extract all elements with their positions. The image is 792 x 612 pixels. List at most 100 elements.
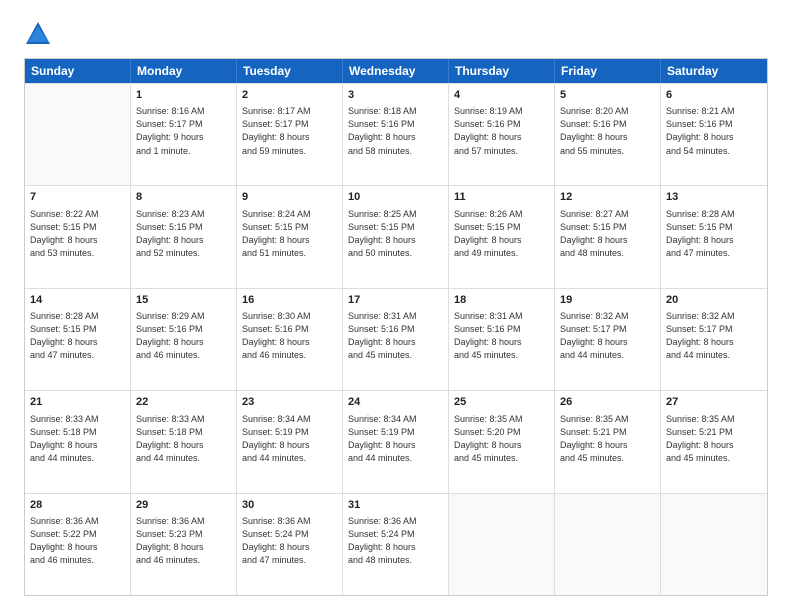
calendar-cell: 21Sunrise: 8:33 AMSunset: 5:18 PMDayligh… <box>25 391 131 492</box>
cell-info: Sunrise: 8:22 AMSunset: 5:15 PMDaylight:… <box>30 208 125 260</box>
cell-info: Sunrise: 8:34 AMSunset: 5:19 PMDaylight:… <box>242 413 337 465</box>
calendar-cell: 4 Sunrise: 8:19 AMSunset: 5:16 PMDaylight… <box>449 84 555 185</box>
calendar-cell: 24 Sunrise: 8:34 AMSunset: 5:19 PMDayligh… <box>343 391 449 492</box>
calendar-header-cell: Thursday <box>449 59 555 83</box>
cell-info: Sunrise: 8:24 AMSunset: 5:15 PMDaylight:… <box>242 208 337 260</box>
cell-info: Sunrise: 8:17 AMSunset: 5:17 PMDaylight:… <box>242 105 337 157</box>
calendar-header-cell: Tuesday <box>237 59 343 83</box>
calendar-cell: 27 Sunrise: 8:35 AMSunset: 5:21 PMDayligh… <box>661 391 767 492</box>
day-number: 27 <box>666 395 762 410</box>
cell-info: Sunrise: 8:32 AMSunset: 5:17 PMDaylight:… <box>560 310 655 362</box>
day-number: 16 <box>242 293 337 308</box>
calendar-cell: 12 Sunrise: 8:27 AMSunset: 5:15 PMDayligh… <box>555 186 661 287</box>
cell-info: Sunrise: 8:18 AMSunset: 5:16 PMDaylight:… <box>348 105 443 157</box>
day-number: 6 <box>666 88 762 103</box>
day-number: 23 <box>242 395 337 410</box>
cell-info: Sunrise: 8:34 AMSunset: 5:19 PMDaylight:… <box>348 413 443 465</box>
calendar-cell: 10 Sunrise: 8:25 AMSunset: 5:15 PMDayligh… <box>343 186 449 287</box>
cell-info: Sunrise: 8:28 AMSunset: 5:15 PMDaylight:… <box>666 208 762 260</box>
calendar-cell: 23 Sunrise: 8:34 AMSunset: 5:19 PMDayligh… <box>237 391 343 492</box>
cell-info: Sunrise: 8:25 AMSunset: 5:15 PMDaylight:… <box>348 208 443 260</box>
day-number: 13 <box>666 190 762 205</box>
cell-info: Sunrise: 8:23 AMSunset: 5:15 PMDaylight:… <box>136 208 231 260</box>
calendar-week-row: 1Sunrise: 8:16 AMSunset: 5:17 PMDaylight… <box>25 83 767 185</box>
day-number: 3 <box>348 88 443 103</box>
calendar-cell: 16 Sunrise: 8:30 AMSunset: 5:16 PMDayligh… <box>237 289 343 390</box>
cell-info: Sunrise: 8:33 AMSunset: 5:18 PMDaylight:… <box>30 413 125 465</box>
calendar-cell <box>555 494 661 595</box>
calendar: SundayMondayTuesdayWednesdayThursdayFrid… <box>24 58 768 596</box>
day-number: 9 <box>242 190 337 205</box>
day-number: 4 <box>454 88 549 103</box>
calendar-header-cell: Saturday <box>661 59 767 83</box>
calendar-week-row: 28Sunrise: 8:36 AMSunset: 5:22 PMDayligh… <box>25 493 767 595</box>
calendar-cell: 28Sunrise: 8:36 AMSunset: 5:22 PMDayligh… <box>25 494 131 595</box>
calendar-week-row: 7 Sunrise: 8:22 AMSunset: 5:15 PMDaylight… <box>25 185 767 287</box>
calendar-cell: 7 Sunrise: 8:22 AMSunset: 5:15 PMDaylight… <box>25 186 131 287</box>
calendar-week-row: 21Sunrise: 8:33 AMSunset: 5:18 PMDayligh… <box>25 390 767 492</box>
calendar-week-row: 14Sunrise: 8:28 AMSunset: 5:15 PMDayligh… <box>25 288 767 390</box>
day-number: 19 <box>560 293 655 308</box>
day-number: 8 <box>136 190 231 205</box>
cell-info: Sunrise: 8:32 AMSunset: 5:17 PMDaylight:… <box>666 310 762 362</box>
day-number: 26 <box>560 395 655 410</box>
cell-info: Sunrise: 8:27 AMSunset: 5:15 PMDaylight:… <box>560 208 655 260</box>
calendar-cell <box>25 84 131 185</box>
cell-info: Sunrise: 8:29 AMSunset: 5:16 PMDaylight:… <box>136 310 231 362</box>
calendar-cell: 31Sunrise: 8:36 AMSunset: 5:24 PMDayligh… <box>343 494 449 595</box>
cell-info: Sunrise: 8:30 AMSunset: 5:16 PMDaylight:… <box>242 310 337 362</box>
logo-icon <box>24 20 52 48</box>
header <box>24 20 768 48</box>
day-number: 29 <box>136 498 231 513</box>
day-number: 30 <box>242 498 337 513</box>
cell-info: Sunrise: 8:21 AMSunset: 5:16 PMDaylight:… <box>666 105 762 157</box>
cell-info: Sunrise: 8:31 AMSunset: 5:16 PMDaylight:… <box>454 310 549 362</box>
calendar-cell: 20Sunrise: 8:32 AMSunset: 5:17 PMDayligh… <box>661 289 767 390</box>
day-number: 5 <box>560 88 655 103</box>
cell-info: Sunrise: 8:20 AMSunset: 5:16 PMDaylight:… <box>560 105 655 157</box>
cell-info: Sunrise: 8:35 AMSunset: 5:21 PMDaylight:… <box>666 413 762 465</box>
calendar-cell <box>449 494 555 595</box>
calendar-cell: 25 Sunrise: 8:35 AMSunset: 5:20 PMDayligh… <box>449 391 555 492</box>
calendar-cell: 9 Sunrise: 8:24 AMSunset: 5:15 PMDaylight… <box>237 186 343 287</box>
cell-info: Sunrise: 8:36 AMSunset: 5:24 PMDaylight:… <box>348 515 443 567</box>
calendar-cell <box>661 494 767 595</box>
day-number: 11 <box>454 190 549 205</box>
day-number: 10 <box>348 190 443 205</box>
day-number: 24 <box>348 395 443 410</box>
calendar-cell: 11 Sunrise: 8:26 AMSunset: 5:15 PMDayligh… <box>449 186 555 287</box>
cell-info: Sunrise: 8:36 AMSunset: 5:23 PMDaylight:… <box>136 515 231 567</box>
logo <box>24 20 56 48</box>
calendar-cell: 22Sunrise: 8:33 AMSunset: 5:18 PMDayligh… <box>131 391 237 492</box>
calendar-cell: 19 Sunrise: 8:32 AMSunset: 5:17 PMDayligh… <box>555 289 661 390</box>
day-number: 25 <box>454 395 549 410</box>
calendar-cell: 6 Sunrise: 8:21 AMSunset: 5:16 PMDaylight… <box>661 84 767 185</box>
calendar-cell: 1Sunrise: 8:16 AMSunset: 5:17 PMDaylight… <box>131 84 237 185</box>
calendar-cell: 30 Sunrise: 8:36 AMSunset: 5:24 PMDayligh… <box>237 494 343 595</box>
calendar-cell: 13 Sunrise: 8:28 AMSunset: 5:15 PMDayligh… <box>661 186 767 287</box>
calendar-cell: 29 Sunrise: 8:36 AMSunset: 5:23 PMDayligh… <box>131 494 237 595</box>
day-number: 14 <box>30 293 125 308</box>
day-number: 2 <box>242 88 337 103</box>
calendar-body: 1Sunrise: 8:16 AMSunset: 5:17 PMDaylight… <box>25 83 767 595</box>
cell-info: Sunrise: 8:26 AMSunset: 5:15 PMDaylight:… <box>454 208 549 260</box>
day-number: 18 <box>454 293 549 308</box>
calendar-cell: 5 Sunrise: 8:20 AMSunset: 5:16 PMDaylight… <box>555 84 661 185</box>
day-number: 7 <box>30 190 125 205</box>
cell-info: Sunrise: 8:35 AMSunset: 5:20 PMDaylight:… <box>454 413 549 465</box>
calendar-cell: 14Sunrise: 8:28 AMSunset: 5:15 PMDayligh… <box>25 289 131 390</box>
day-number: 1 <box>136 88 231 103</box>
cell-info: Sunrise: 8:31 AMSunset: 5:16 PMDaylight:… <box>348 310 443 362</box>
calendar-cell: 3 Sunrise: 8:18 AMSunset: 5:16 PMDaylight… <box>343 84 449 185</box>
cell-info: Sunrise: 8:19 AMSunset: 5:16 PMDaylight:… <box>454 105 549 157</box>
day-number: 12 <box>560 190 655 205</box>
page: SundayMondayTuesdayWednesdayThursdayFrid… <box>0 0 792 612</box>
calendar-cell: 2 Sunrise: 8:17 AMSunset: 5:17 PMDaylight… <box>237 84 343 185</box>
calendar-header-cell: Wednesday <box>343 59 449 83</box>
cell-info: Sunrise: 8:36 AMSunset: 5:24 PMDaylight:… <box>242 515 337 567</box>
calendar-header-row: SundayMondayTuesdayWednesdayThursdayFrid… <box>25 59 767 83</box>
calendar-cell: 15 Sunrise: 8:29 AMSunset: 5:16 PMDayligh… <box>131 289 237 390</box>
day-number: 28 <box>30 498 125 513</box>
day-number: 15 <box>136 293 231 308</box>
calendar-cell: 17Sunrise: 8:31 AMSunset: 5:16 PMDayligh… <box>343 289 449 390</box>
